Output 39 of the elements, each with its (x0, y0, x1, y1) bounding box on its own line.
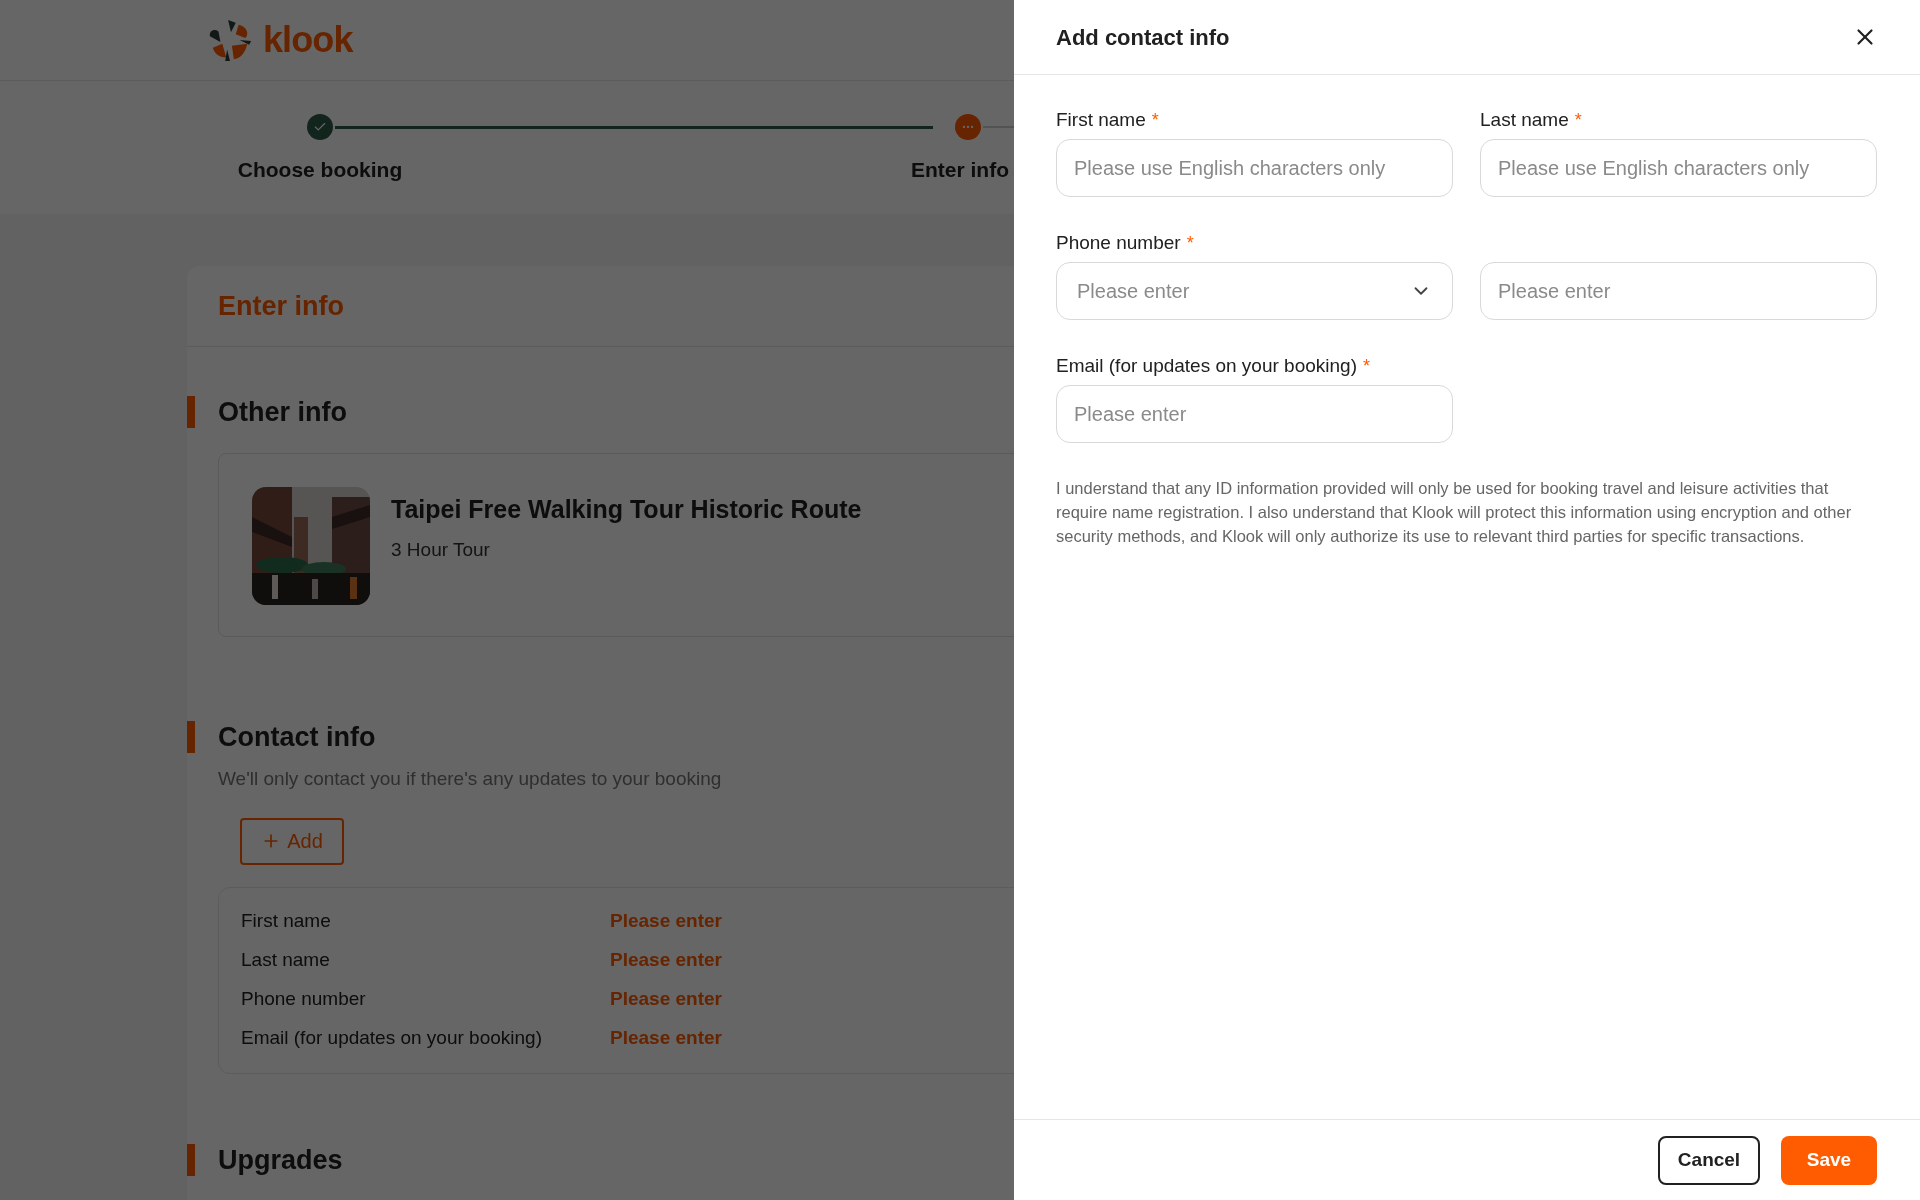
required-mark: * (1186, 231, 1194, 255)
required-mark: * (1151, 108, 1159, 132)
field-value: Please enter (610, 948, 722, 973)
card-title: Enter info (218, 289, 344, 323)
section-accent-bar (187, 396, 195, 429)
field-label: Email (for updates on your booking) (241, 1026, 543, 1051)
field-label: Last name (241, 948, 331, 973)
input-field[interactable]: Please enter (1480, 262, 1877, 320)
privacy-notice: I understand that any ID information provided will only be used for booking travel and leisure activities that require name registration. I also understand that Klook will protect this information using encryption and other security methods, and Klook will only authorize its use to relevant third parties for specific transactions. (1056, 478, 1853, 547)
drawer-title: Add contact info (1056, 23, 1230, 52)
section-title: Contact info (218, 720, 376, 754)
section-title: Other info (218, 396, 347, 429)
required-mark: * (1574, 108, 1582, 132)
add-button[interactable]: Add (240, 817, 344, 865)
section-accent-bar (187, 1143, 195, 1176)
section-title: Upgrades (218, 1143, 343, 1177)
field-label: Phone number (241, 987, 367, 1012)
field-value: Please enter (610, 987, 722, 1012)
input-field[interactable]: Please use English characters only (1056, 139, 1453, 197)
country-code-select[interactable]: Please enter (1056, 262, 1453, 320)
field-label: First name (241, 909, 332, 934)
input-field[interactable]: Please use English characters only (1480, 139, 1877, 197)
activity-subtitle: 3 Hour Tour (391, 538, 491, 562)
field-label: First name (1056, 107, 1146, 132)
step-label: Enter info (911, 157, 1009, 183)
cancel-button[interactable]: Cancel (1658, 1135, 1760, 1185)
section-accent-bar (187, 720, 195, 753)
field-label: Last name (1480, 107, 1569, 132)
field-value: Please enter (610, 909, 722, 934)
save-button[interactable]: Save (1781, 1135, 1877, 1185)
field-label: Phone number (1056, 230, 1181, 255)
step-label: Choose booking (237, 157, 403, 183)
activity-title: Taipei Free Walking Tour Historic Route (391, 493, 862, 525)
logo-icon (207, 17, 253, 63)
field-value: Please enter (610, 1026, 722, 1051)
field-label: Email (for updates on your booking) (1056, 353, 1357, 378)
required-mark: * (1363, 354, 1370, 378)
input-field[interactable]: Please enter (1056, 385, 1453, 443)
brand-name: klook (263, 18, 353, 62)
